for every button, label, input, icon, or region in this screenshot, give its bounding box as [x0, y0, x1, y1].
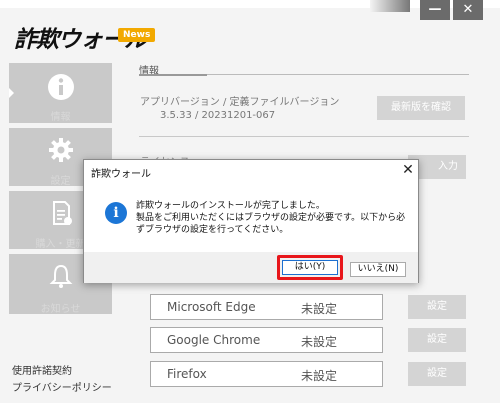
dialog-message: 詐欺ウォールのインストールが完了しました。 製品をご利用いただくにはブラウザの設…: [136, 200, 411, 236]
sidebar-item-label: 情報: [50, 112, 71, 123]
browser-name: Microsoft Edge: [167, 300, 256, 314]
browser-row-edge: Microsoft Edge 未設定: [150, 294, 383, 320]
bell-icon: [49, 264, 73, 288]
dialog-title: 詐欺ウォール: [91, 169, 151, 180]
selected-arrow-icon: [9, 88, 14, 98]
browser-row-chrome: Google Chrome 未設定: [150, 327, 383, 353]
dialog-close-button[interactable]: ✕: [400, 162, 416, 178]
info-icon: [48, 74, 74, 100]
browser-status: 未設定: [301, 369, 338, 383]
section-underline: [139, 74, 207, 76]
chrome-settings-button[interactable]: 設定: [408, 328, 466, 352]
title-bar-shade: [370, 0, 410, 12]
divider: [139, 136, 469, 137]
browser-row-firefox: Firefox 未設定: [150, 361, 383, 387]
browser-name: Google Chrome: [167, 333, 261, 347]
install-complete-dialog: 詐欺ウォール ✕ i 詐欺ウォールのインストールが完了しました。 製品をご利用い…: [83, 159, 419, 283]
yes-button[interactable]: はい(Y): [282, 260, 338, 275]
info-icon: i: [105, 202, 127, 224]
check-latest-button[interactable]: 最新版を確認: [377, 96, 465, 120]
document-icon: [53, 201, 72, 225]
news-badge[interactable]: News: [118, 28, 156, 42]
dialog-message-text: 詐欺ウォールのインストールが完了しました。 製品をご利用いただくにはブラウザの設…: [136, 201, 406, 235]
gear-icon: [49, 138, 73, 162]
browser-status: 未設定: [301, 302, 338, 316]
version-value: 3.5.33 / 20231201-067: [160, 110, 276, 121]
browser-name: Firefox: [167, 367, 207, 381]
browser-status: 未設定: [301, 335, 338, 349]
minimize-button[interactable]: —: [420, 0, 450, 20]
privacy-policy-link[interactable]: プライバシーポリシー: [12, 379, 112, 394]
edge-settings-button[interactable]: 設定: [408, 295, 466, 319]
window-close-button[interactable]: ✕: [453, 0, 483, 20]
license-agreement-link[interactable]: 使用許諾契約: [12, 362, 72, 377]
firefox-settings-button[interactable]: 設定: [408, 362, 466, 386]
sidebar-item-label: お知らせ: [40, 304, 81, 315]
no-button[interactable]: いいえ(N): [350, 262, 406, 277]
sidebar-item-info[interactable]: 情報: [9, 63, 112, 123]
version-label: アプリバージョン / 定義ファイルバージョン: [140, 97, 340, 108]
